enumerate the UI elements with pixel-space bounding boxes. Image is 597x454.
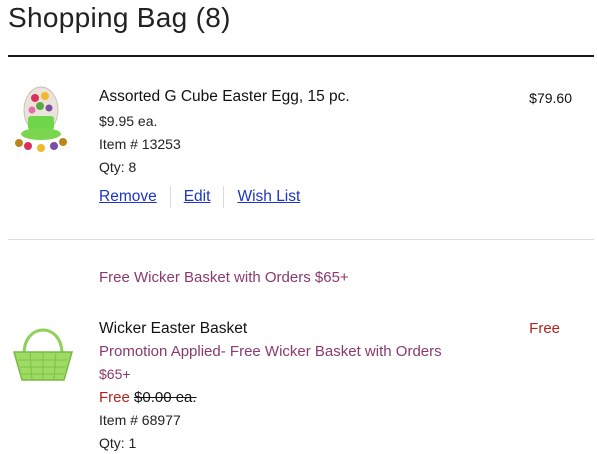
promotion-applied-line1: Promotion Applied- Free Wicker Basket wi… — [99, 343, 442, 360]
item-quantity: Qty: 8 — [99, 159, 137, 175]
item-unit-price: $9.95 ea. — [99, 113, 158, 129]
original-price: $0.00 ea. — [134, 389, 197, 406]
item-divider — [8, 239, 594, 240]
item-actions: Remove Edit Wish List — [99, 186, 300, 208]
item-quantity: Qty: 1 — [99, 435, 137, 451]
item-number: Item # 13253 — [99, 136, 181, 152]
promotion-banner: Free Wicker Basket with Orders $65+ — [99, 269, 349, 286]
action-separator — [223, 186, 225, 208]
wish-list-link[interactable]: Wish List — [237, 188, 300, 206]
item-total-price: $79.60 — [529, 90, 572, 106]
item-total-price: Free — [529, 320, 560, 337]
edit-link[interactable]: Edit — [184, 188, 211, 206]
promotion-applied-line2: $65+ — [99, 366, 131, 382]
bag-count: (8) — [195, 2, 231, 33]
item-price-line: Free $0.00 ea. — [99, 389, 197, 406]
easter-egg-product-image[interactable] — [10, 80, 72, 160]
wicker-basket-product-image[interactable] — [10, 320, 76, 386]
header-divider — [8, 55, 594, 57]
free-label: Free — [99, 389, 130, 406]
item-name[interactable]: Assorted G Cube Easter Egg, 15 pc. — [99, 88, 350, 106]
remove-link[interactable]: Remove — [99, 188, 157, 206]
page-title: Shopping Bag (8) — [8, 2, 231, 34]
item-number: Item # 68977 — [99, 412, 181, 428]
page-title-text: Shopping Bag — [8, 2, 188, 33]
item-name[interactable]: Wicker Easter Basket — [99, 320, 247, 338]
action-separator — [169, 186, 171, 208]
